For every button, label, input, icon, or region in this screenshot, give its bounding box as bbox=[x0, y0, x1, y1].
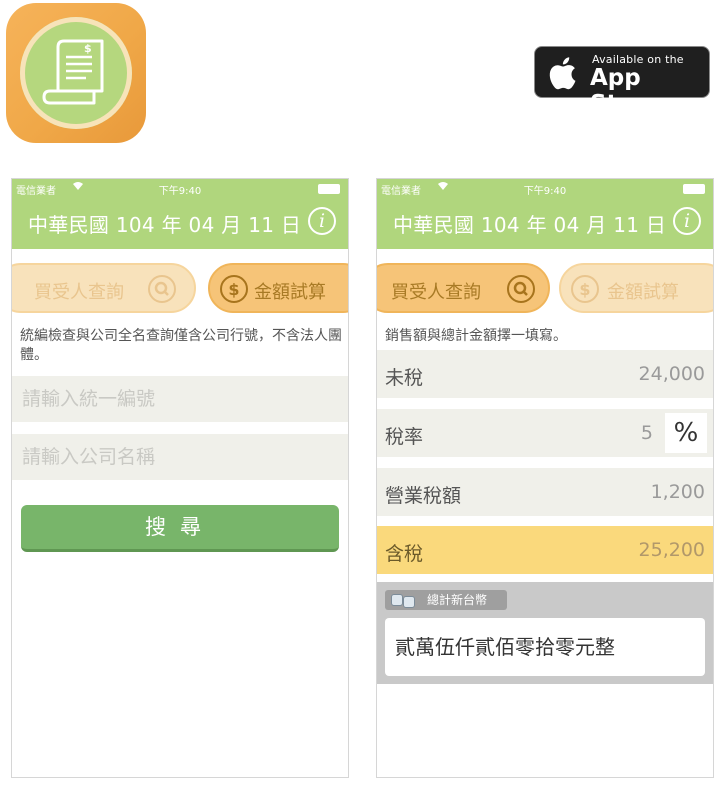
tax-amount-row[interactable]: 營業稅額 1,200 bbox=[377, 468, 713, 516]
coins-icon bbox=[403, 596, 415, 608]
date-title: 中華民國 104 年 04 月 11 日 bbox=[393, 213, 667, 237]
percent-button[interactable]: % bbox=[665, 413, 707, 453]
tab-label: 金額試算 bbox=[607, 282, 679, 303]
badge-main-text: App Store bbox=[590, 65, 661, 117]
tab-buyer-query[interactable]: 買受人查詢 bbox=[12, 263, 196, 313]
company-name-input[interactable] bbox=[12, 434, 348, 480]
total-chip-label: 總計新台幣 bbox=[427, 593, 488, 607]
battery-icon bbox=[683, 184, 705, 194]
tax-included-value[interactable]: 25,200 bbox=[639, 539, 705, 561]
status-time: 下午9:40 bbox=[523, 186, 567, 197]
tax-rate-row[interactable]: 稅率 5 % bbox=[377, 409, 713, 457]
app-store-badge[interactable]: Available on the App Store bbox=[534, 46, 710, 117]
tax-rate-label: 稅率 bbox=[385, 426, 424, 448]
tab-label: 買受人查詢 bbox=[391, 282, 481, 303]
search-icon bbox=[148, 275, 176, 303]
tab-amount-calc[interactable]: $ 金額試算 bbox=[559, 263, 713, 313]
total-chip: 總計新台幣 bbox=[385, 590, 507, 610]
tab-label: 買受人查詢 bbox=[34, 282, 124, 303]
receipt-icon: $ bbox=[20, 17, 132, 129]
nav-header: 電信業者 下午9:40 中華民國 104 年 04 月 11 日 i bbox=[377, 179, 713, 249]
battery-icon bbox=[318, 184, 340, 194]
tax-included-row[interactable]: 含稅 25,200 bbox=[377, 526, 713, 574]
tab-label: 金額試算 bbox=[254, 282, 326, 303]
phone-buyer-query-screen: 電信業者 下午9:40 中華民國 104 年 04 月 11 日 i 買受人查詢… bbox=[11, 178, 349, 778]
tax-amount-value[interactable]: 1,200 bbox=[651, 481, 705, 503]
status-bar: 電信業者 下午9:40 bbox=[12, 179, 348, 197]
search-button[interactable]: 搜尋 bbox=[21, 505, 339, 552]
tax-amount-label: 營業稅額 bbox=[385, 485, 462, 507]
date-title: 中華民國 104 年 04 月 11 日 bbox=[28, 213, 302, 237]
status-time: 下午9:40 bbox=[158, 186, 202, 197]
nav-header: 電信業者 下午9:40 中華民國 104 年 04 月 11 日 i bbox=[12, 179, 348, 249]
tax-id-input[interactable] bbox=[12, 376, 348, 422]
hint-text: 統編檢查與公司全名查詢僅含公司行號，不含法人團體。 bbox=[20, 328, 342, 363]
info-button[interactable]: i bbox=[673, 207, 701, 235]
apple-logo-icon bbox=[547, 56, 577, 94]
tax-included-label: 含稅 bbox=[385, 543, 424, 565]
info-button[interactable]: i bbox=[308, 207, 336, 235]
dollar-icon: $ bbox=[571, 275, 599, 303]
tab-amount-calc[interactable]: $ 金額試算 bbox=[208, 263, 348, 313]
phone-amount-calc-screen: 電信業者 下午9:40 中華民國 104 年 04 月 11 日 i 買受人查詢… bbox=[376, 178, 714, 778]
pretax-label: 未稅 bbox=[385, 367, 424, 389]
dollar-icon: $ bbox=[220, 275, 248, 303]
total-in-words: 貳萬伍仟貳佰零拾零元整 bbox=[385, 618, 705, 676]
svg-text:$: $ bbox=[84, 42, 92, 55]
search-icon bbox=[507, 275, 535, 303]
hint-text: 銷售額與總計金額擇一填寫。 bbox=[385, 328, 567, 344]
tax-rate-value[interactable]: 5 bbox=[641, 422, 653, 444]
pretax-row[interactable]: 未稅 24,000 bbox=[377, 350, 713, 398]
total-words-panel: 總計新台幣 貳萬伍仟貳佰零拾零元整 bbox=[377, 582, 713, 684]
app-icon: $ bbox=[6, 3, 146, 143]
tab-buyer-query[interactable]: 買受人查詢 bbox=[377, 263, 550, 313]
coins-icon bbox=[391, 594, 403, 606]
status-bar: 電信業者 下午9:40 bbox=[377, 179, 713, 197]
pretax-value[interactable]: 24,000 bbox=[639, 363, 705, 385]
